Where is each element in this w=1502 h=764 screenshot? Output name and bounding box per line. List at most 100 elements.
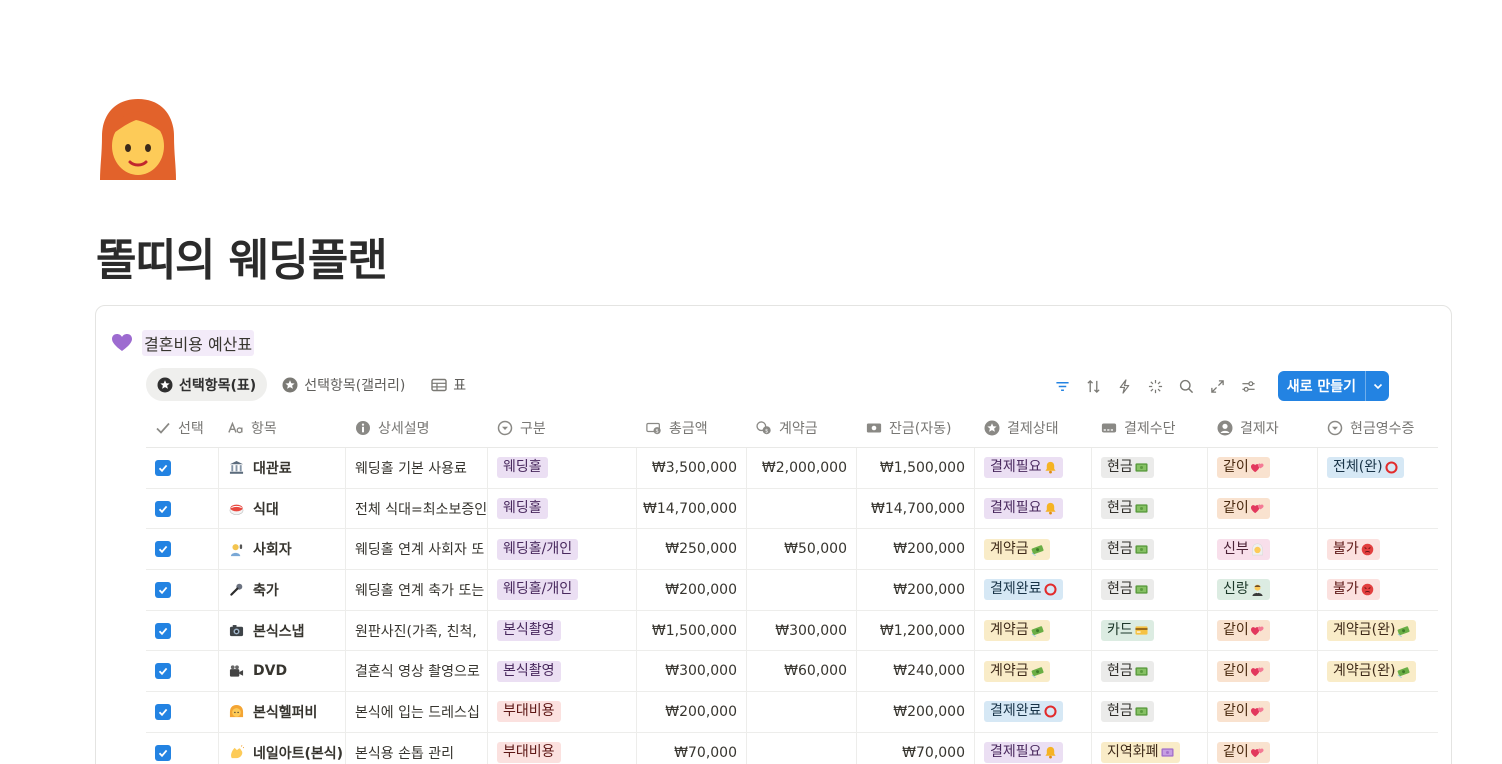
cell-cash-receipt[interactable] [1318, 733, 1438, 764]
cell-item[interactable]: 본식헬퍼비 [219, 692, 346, 732]
cell-item[interactable]: 식대 [219, 488, 346, 529]
col-header-payer[interactable]: 결제자 [1208, 408, 1318, 447]
cell-item[interactable]: 본식스냅 [219, 610, 346, 651]
page-icon-woman-emoji[interactable] [96, 96, 180, 182]
cell-payment-status[interactable]: 계약금 [975, 529, 1092, 570]
cell-cash-receipt[interactable]: 계약금(완) [1318, 651, 1438, 691]
cell-deposit[interactable] [747, 488, 857, 529]
col-header-description[interactable]: 상세설명 [346, 408, 488, 447]
cell-deposit[interactable]: ₩50,000 [747, 529, 857, 570]
expand-icon[interactable] [1208, 377, 1227, 396]
table-row[interactable]: 대관료 웨딩홀 기본 사용료 웨딩홀 ₩3,500,000 ₩2,000,000 ₩1,5… [146, 448, 1438, 489]
checkbox-checked[interactable] [155, 459, 171, 476]
cell-payment-status[interactable]: 결제완료 [975, 570, 1092, 610]
new-item-button[interactable]: 새로 만들기 [1278, 371, 1365, 401]
cell-total[interactable]: ₩200,000 [637, 570, 747, 610]
table-row[interactable]: 축가 웨딩홀 연계 축가 또는 웨딩홀/개인 ₩200,000 ₩200,000 결제완료… [146, 570, 1438, 611]
cell-category[interactable]: 웨딩홀 [488, 448, 637, 488]
cell-description[interactable]: 원판사진(가족, 친척, [346, 610, 488, 651]
cell-item[interactable]: 대관료 [219, 448, 346, 488]
cell-balance[interactable]: ₩1,200,000 [857, 610, 975, 651]
cell-deposit[interactable]: ₩300,000 [747, 610, 857, 651]
cell-category[interactable]: 웨딩홀 [488, 488, 637, 529]
cell-description[interactable]: 전체 식대=최소보증인 [346, 488, 488, 529]
search-icon[interactable] [1177, 377, 1196, 396]
cell-balance[interactable]: ₩200,000 [857, 529, 975, 570]
checkbox-checked[interactable] [155, 500, 171, 517]
cell-payment-method[interactable]: 현금 [1092, 529, 1208, 570]
cell-description[interactable]: 웨딩홀 연계 사회자 또 [346, 529, 488, 570]
cell-cash-receipt[interactable]: 전체(완) [1318, 448, 1438, 488]
cell-category[interactable]: 본식촬영 [488, 651, 637, 692]
cell-item[interactable]: 축가 [219, 570, 346, 610]
tab-table[interactable]: 표 [420, 368, 477, 401]
col-header-select[interactable]: 선택 [146, 408, 219, 447]
cell-description[interactable]: 본식에 입는 드레스십 [346, 692, 488, 732]
cell-payer[interactable]: 같이 [1208, 692, 1318, 732]
cell-deposit[interactable]: ₩2,000,000 [747, 448, 857, 488]
cell-balance[interactable]: ₩200,000 [857, 692, 975, 732]
cell-category[interactable]: 웨딩홀/개인 [488, 570, 637, 610]
tab-selected-items-gallery[interactable]: 선택항목(갤러리) [271, 368, 416, 401]
cell-category[interactable]: 웨딩홀/개인 [488, 529, 637, 570]
cell-payment-status[interactable]: 계약금 [975, 651, 1092, 692]
tab-selected-items-table[interactable]: 선택항목(표) [146, 368, 268, 401]
cell-payer[interactable]: 신랑 [1208, 570, 1318, 610]
cell-payment-method[interactable]: 카드 [1092, 610, 1208, 651]
cell-balance[interactable]: ₩14,700,000 [857, 488, 975, 529]
cell-cash-receipt[interactable] [1318, 692, 1438, 732]
cell-payment-status[interactable]: 결제필요 [975, 732, 1092, 764]
cell-category[interactable]: 부대비용 [488, 692, 637, 732]
table-row[interactable]: 본식헬퍼비 본식에 입는 드레스십 부대비용 ₩200,000 ₩200,000 결제완료… [146, 692, 1438, 733]
sort-icon[interactable] [1084, 377, 1103, 396]
automation-icon[interactable] [1115, 377, 1134, 396]
cell-payment-method[interactable]: 현금 [1092, 692, 1208, 732]
cell-deposit[interactable] [747, 570, 857, 610]
cell-cash-receipt[interactable]: 불가 [1318, 570, 1438, 610]
cell-total[interactable]: ₩14,700,000 [637, 488, 747, 529]
cell-payment-status[interactable]: 결제필요 [975, 488, 1092, 529]
cell-description[interactable]: 웨딩홀 기본 사용료 [346, 448, 488, 488]
checkbox-checked[interactable] [155, 541, 171, 558]
cell-total[interactable]: ₩300,000 [637, 651, 747, 692]
cell-deposit[interactable]: ₩60,000 [747, 651, 857, 692]
cell-payer[interactable]: 신부 [1208, 529, 1318, 570]
cell-total[interactable]: ₩200,000 [637, 692, 747, 732]
cell-balance[interactable]: ₩1,500,000 [857, 448, 975, 488]
cell-payer[interactable]: 같이 [1208, 732, 1318, 764]
checkbox-checked[interactable] [155, 622, 171, 639]
settings-icon[interactable] [1239, 377, 1258, 396]
cell-payer[interactable]: 같이 [1208, 448, 1318, 488]
table-row[interactable]: 네일아트(본식) 본식용 손톱 관리 부대비용 ₩70,000 ₩70,000 결제필요 지… [146, 732, 1438, 764]
col-header-cash-receipt[interactable]: 현금영수증 [1318, 408, 1438, 447]
cell-description[interactable]: 본식용 손톱 관리 [346, 732, 488, 764]
table-row[interactable]: 본식스냅 원판사진(가족, 친척, 본식촬영 ₩1,500,000 ₩300,000 ₩1… [146, 610, 1438, 652]
ai-sparkle-icon[interactable] [1146, 377, 1165, 396]
checkbox-checked[interactable] [155, 663, 171, 680]
cell-balance[interactable]: ₩240,000 [857, 651, 975, 692]
table-row[interactable]: 사회자 웨딩홀 연계 사회자 또 웨딩홀/개인 ₩250,000 ₩50,000 ₩200… [146, 529, 1438, 571]
cell-total[interactable]: ₩1,500,000 [637, 610, 747, 651]
cell-category[interactable]: 본식촬영 [488, 610, 637, 651]
col-header-payment-method[interactable]: 결제수단 [1092, 408, 1208, 447]
cell-item[interactable]: DVD [219, 651, 346, 692]
cell-payment-method[interactable]: 현금 [1092, 488, 1208, 529]
cell-description[interactable]: 결혼식 영상 촬영으로 [346, 651, 488, 692]
table-row[interactable]: DVD 결혼식 영상 촬영으로 본식촬영 ₩300,000 ₩60,000 ₩240,00… [146, 651, 1438, 693]
cell-category[interactable]: 부대비용 [488, 732, 637, 764]
cell-cash-receipt[interactable]: 계약금(완) [1318, 611, 1438, 651]
col-header-payment-status[interactable]: 결제상태 [975, 408, 1092, 447]
cell-total[interactable]: ₩70,000 [637, 732, 747, 764]
cell-description[interactable]: 웨딩홀 연계 축가 또는 [346, 570, 488, 610]
database-title[interactable]: 결혼비용 예산표 [142, 330, 255, 356]
checkbox-checked[interactable] [155, 581, 171, 598]
cell-payer[interactable]: 같이 [1208, 610, 1318, 651]
cell-payment-status[interactable]: 결제완료 [975, 692, 1092, 732]
checkbox-checked[interactable] [155, 744, 171, 761]
cell-payer[interactable]: 같이 [1208, 488, 1318, 529]
cell-cash-receipt[interactable]: 불가 [1318, 529, 1438, 569]
cell-payment-method[interactable]: 지역화폐 [1092, 732, 1208, 764]
cell-payment-status[interactable]: 결제필요 [975, 448, 1092, 488]
cell-total[interactable]: ₩250,000 [637, 529, 747, 570]
cell-payment-method[interactable]: 현금 [1092, 448, 1208, 488]
